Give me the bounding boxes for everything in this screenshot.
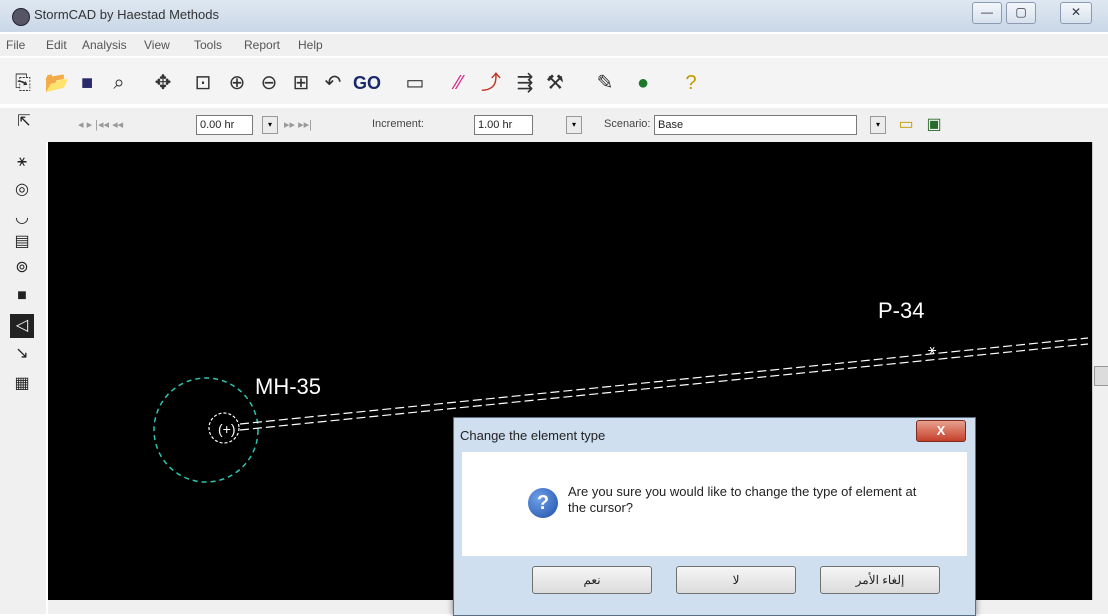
close-window-button[interactable]: ✕ — [1060, 2, 1092, 24]
menu-report[interactable]: Report — [244, 38, 280, 52]
vertical-scroll-thumb[interactable] — [1094, 366, 1108, 386]
cancel-button[interactable]: إلغاء الأمر — [820, 566, 940, 594]
new-icon[interactable]: ⎘ — [8, 68, 38, 98]
print-preview-icon[interactable]: ⌕ — [104, 68, 134, 98]
zoom-previous-icon[interactable]: ↶ — [318, 68, 348, 98]
change-element-type-dialog: Change the element type X ? Are you sure… — [453, 417, 976, 616]
menu-help[interactable]: Help — [298, 38, 323, 52]
zoom-in-icon[interactable]: ⊕ — [222, 68, 252, 98]
layout-tool-icon[interactable]: ⚹ — [10, 150, 34, 174]
menu-file[interactable]: File — [6, 38, 25, 52]
scenario-select[interactable]: Base — [654, 115, 857, 135]
zoom-out-icon[interactable]: ⊖ — [254, 68, 284, 98]
scenario-label: Scenario: — [604, 118, 651, 130]
app-icon — [12, 8, 30, 26]
node-tool-icon[interactable]: ■ — [10, 284, 34, 308]
table-icon[interactable]: ▭ — [400, 68, 430, 98]
pipe-label: P-34 — [878, 298, 924, 323]
pipe-line-a — [239, 337, 1089, 425]
element-tool-icon[interactable]: ⚒ — [540, 68, 570, 98]
scenario-manager-icon[interactable]: ▣ — [922, 113, 946, 137]
yes-button[interactable]: نعم — [532, 566, 652, 594]
zoom-window-icon[interactable]: ⊞ — [286, 68, 316, 98]
go-button[interactable]: GO — [352, 68, 382, 98]
globe-icon[interactable]: ● — [628, 68, 658, 98]
menu-tools[interactable]: Tools — [194, 38, 222, 52]
save-icon[interactable]: ■ — [72, 68, 102, 98]
pan-icon[interactable]: ✥ — [148, 68, 178, 98]
increment-label: Increment: — [372, 118, 424, 130]
menu-view[interactable]: View — [144, 38, 170, 52]
junction-tool-icon[interactable]: ⊚ — [10, 256, 34, 280]
zoom-extents-icon[interactable]: ⊡ — [188, 68, 218, 98]
outlet-tool-icon[interactable]: ◡ — [10, 206, 34, 230]
forward-controls-icon[interactable]: ▸▸ ▸▸| — [284, 118, 312, 131]
menu-bar: File Edit Analysis View Tools Report Hel… — [0, 34, 1108, 56]
playback-controls-icon[interactable]: ◂ ▸ |◂◂ ◂◂ — [78, 118, 123, 131]
pipe-tool-icon[interactable]: ◁ — [10, 314, 34, 338]
cursor-marker: ⚹ — [928, 341, 937, 357]
annotation-icon[interactable]: ⇶ — [510, 68, 540, 98]
scenario-dropdown-icon[interactable]: ▾ — [870, 116, 886, 134]
menu-edit[interactable]: Edit — [46, 38, 67, 52]
help-icon[interactable]: ? — [676, 68, 706, 98]
menu-analysis[interactable]: Analysis — [82, 38, 127, 52]
time-field[interactable]: 0.00 hr — [196, 115, 253, 135]
node-marker: (+) — [218, 421, 236, 437]
select-pointer-icon[interactable]: ⇱ — [12, 110, 36, 134]
no-button[interactable]: لا — [676, 566, 796, 594]
dialog-close-button[interactable]: X — [916, 420, 966, 442]
time-dropdown-icon[interactable]: ▾ — [262, 116, 278, 134]
report-icon[interactable]: ✎ — [590, 68, 620, 98]
minimize-button[interactable]: — — [972, 2, 1002, 24]
dialog-message: Are you sure you would like to change th… — [568, 484, 917, 515]
dialog-body: ? Are you sure you would like to change … — [462, 452, 967, 556]
dialog-title: Change the element type — [460, 428, 606, 443]
increment-dropdown-icon[interactable]: ▾ — [566, 116, 582, 134]
maximize-button[interactable]: ▢ — [1006, 2, 1036, 24]
link-tool-icon[interactable]: ↘ — [10, 342, 34, 366]
annotation-tool-icon[interactable]: ▦ — [10, 372, 34, 396]
open-icon[interactable]: 📂 — [42, 68, 72, 98]
folder-icon[interactable]: ▭ — [894, 113, 918, 137]
color-coding-icon[interactable]: ⁄⁄ — [444, 68, 474, 98]
manhole-label: MH-35 — [255, 374, 321, 399]
window-title: StormCAD by Haestad Methods — [34, 7, 219, 22]
increment-field[interactable]: 1.00 hr — [474, 115, 533, 135]
manhole-tool-icon[interactable]: ◎ — [10, 178, 34, 202]
vertical-scrollbar[interactable] — [1092, 142, 1108, 600]
profile-icon[interactable]: ⤴ — [476, 68, 506, 98]
question-icon: ? — [528, 488, 558, 518]
catch-basin-tool-icon[interactable]: ▤ — [10, 230, 34, 254]
